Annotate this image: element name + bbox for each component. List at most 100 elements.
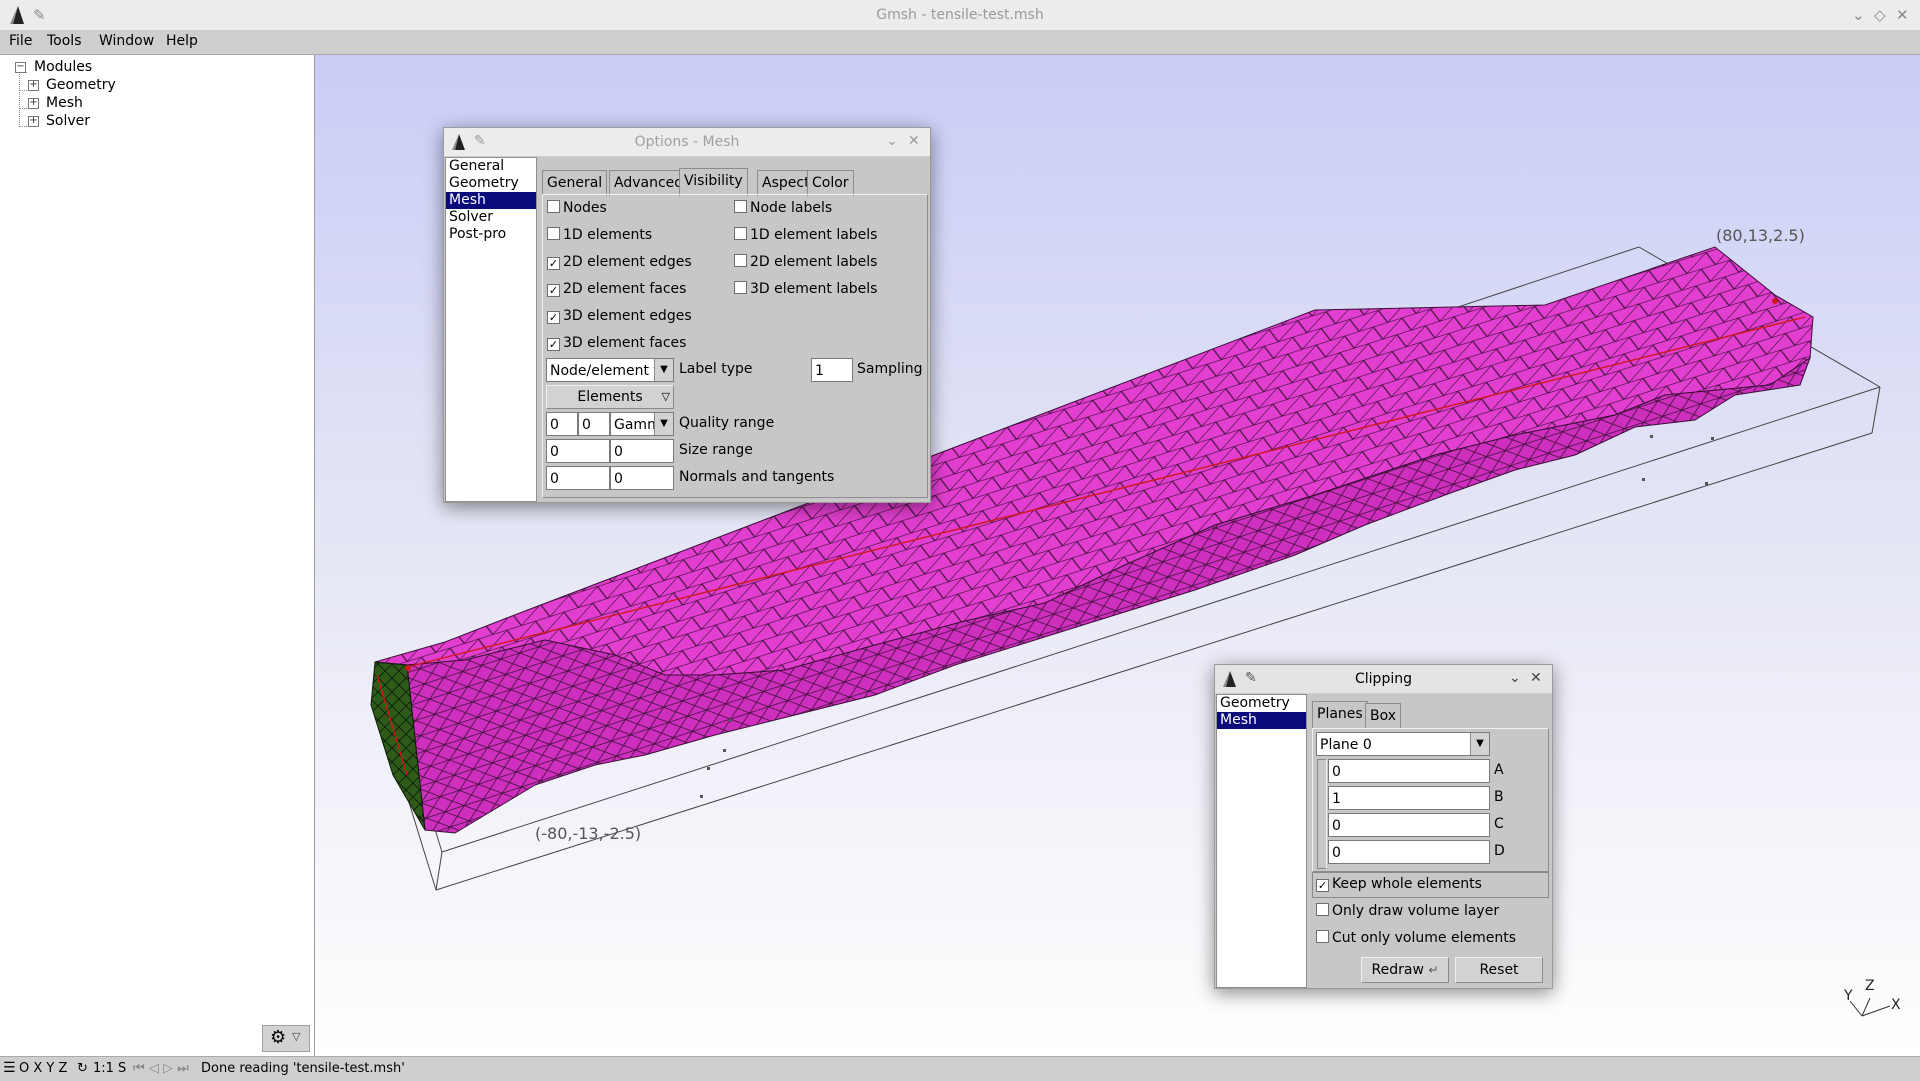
checkmark-icon[interactable]: ✓ (547, 311, 560, 324)
elements-button[interactable]: Elements ▽ (546, 385, 674, 409)
checkmark-icon[interactable]: ✓ (547, 284, 560, 297)
check-1d-elements[interactable]: 1D elements (547, 225, 652, 245)
expand-icon[interactable]: + (28, 80, 39, 91)
tree-item-geometry[interactable]: Geometry (46, 77, 116, 95)
minimize-icon[interactable]: ⌄ (1509, 670, 1521, 686)
quality-measure-select[interactable]: Gamm ▼ (610, 412, 674, 436)
checkmark-icon[interactable]: ✓ (547, 257, 560, 270)
minimize-icon[interactable]: ⌄ (1852, 6, 1865, 24)
checkmark-icon[interactable]: ✓ (1316, 879, 1329, 892)
quality-min-input[interactable]: 0 (546, 412, 578, 436)
tree-item-solver[interactable]: Solver (46, 113, 90, 131)
tab-advanced[interactable]: Advanced (609, 170, 689, 196)
check-2d-element-labels[interactable]: 2D element labels (734, 252, 877, 272)
collapse-icon[interactable]: − (15, 62, 26, 73)
check-2d-element-faces[interactable]: ✓ 2D element faces (547, 279, 686, 299)
check-1d-element-labels[interactable]: 1D element labels (734, 225, 877, 245)
gear-icon: ⚙ (270, 1027, 287, 1048)
tab-aspect[interactable]: Aspect (757, 170, 815, 196)
axes-icon (1849, 997, 1891, 1017)
minimize-icon[interactable]: ⌄ (886, 133, 898, 149)
menu-lines-icon[interactable]: ☰ (3, 1060, 16, 1076)
size-max-input[interactable]: 0 (610, 439, 674, 463)
checkbox-icon[interactable] (547, 200, 560, 213)
size-range-label: Size range (679, 442, 753, 458)
playback-controls-icon[interactable]: ⏮ ◁ ▷ ⏭ (133, 1061, 189, 1076)
category-solver[interactable]: Solver (446, 209, 536, 226)
tree-item-mesh[interactable]: Mesh (46, 95, 83, 113)
checkbox-icon[interactable] (734, 254, 747, 267)
close-icon[interactable]: ✕ (1896, 6, 1909, 24)
coeff-b-label: B (1494, 789, 1504, 805)
sampling-input[interactable]: 1 (811, 358, 853, 382)
tab-visibility[interactable]: Visibility (679, 168, 748, 196)
dropdown-arrow-icon[interactable]: ▼ (654, 359, 673, 381)
axes-buttons[interactable]: O X Y Z (19, 1061, 67, 1076)
corner-min-label: (-80,-13,-2.5) (535, 824, 641, 843)
tree-item-modules[interactable]: Modules (34, 59, 92, 77)
category-general[interactable]: General (446, 158, 536, 175)
tab-planes[interactable]: Planes (1312, 701, 1368, 729)
menu-help[interactable]: Help (166, 33, 198, 49)
checkbox-icon[interactable] (1316, 903, 1329, 916)
check-node-labels[interactable]: Node labels (734, 198, 832, 218)
checkbox-icon[interactable] (734, 227, 747, 240)
check-3d-element-faces[interactable]: ✓ 3D element faces (547, 333, 686, 353)
checkbox-icon[interactable] (734, 281, 747, 294)
close-icon[interactable]: ✕ (908, 133, 920, 149)
coeff-a-input[interactable]: 0 (1328, 759, 1490, 783)
tab-box[interactable]: Box (1365, 703, 1402, 729)
size-min-input[interactable]: 0 (546, 439, 610, 463)
redraw-button[interactable]: Redraw ↵ (1361, 957, 1449, 983)
checkmark-icon[interactable]: ✓ (547, 338, 560, 351)
maximize-icon[interactable]: ◇ (1874, 6, 1886, 24)
clipping-category-list: Geometry Mesh (1216, 694, 1307, 988)
category-geometry[interactable]: Geometry (1217, 695, 1306, 712)
plane-slider[interactable] (1317, 759, 1327, 869)
category-geometry[interactable]: Geometry (446, 175, 536, 192)
check-cut-only-volume-elements[interactable]: Cut only volume elements (1316, 928, 1516, 948)
return-icon: ↵ (1428, 963, 1439, 977)
settings-button[interactable]: ⚙ ▽ (262, 1025, 310, 1052)
check-3d-element-labels[interactable]: 3D element labels (734, 279, 877, 299)
checkbox-icon[interactable] (734, 200, 747, 213)
rotate-icon[interactable]: ↻ (77, 1061, 88, 1076)
check-3d-element-edges[interactable]: ✓ 3D element edges (547, 306, 692, 326)
check-nodes[interactable]: Nodes (547, 198, 607, 218)
checkbox-icon[interactable] (547, 227, 560, 240)
tangents-input[interactable]: 0 (610, 466, 674, 490)
menu-file[interactable]: File (9, 33, 32, 49)
category-mesh[interactable]: Mesh (446, 192, 536, 209)
menu-window[interactable]: Window (99, 33, 154, 49)
category-mesh[interactable]: Mesh (1217, 712, 1306, 729)
label-type-select[interactable]: Node/element ta ▼ (546, 358, 674, 382)
coeff-d-label: D (1494, 843, 1505, 859)
normals-input[interactable]: 0 (546, 466, 610, 490)
close-icon[interactable]: ✕ (1530, 670, 1542, 686)
quality-max-input[interactable]: 0 (578, 412, 610, 436)
coeff-b-input[interactable]: 1 (1328, 786, 1490, 810)
plane-select[interactable]: Plane 0 ▼ (1316, 732, 1490, 756)
check-only-draw-volume-layer[interactable]: Only draw volume layer (1316, 901, 1499, 921)
expand-icon[interactable]: + (28, 98, 39, 109)
clipping-dialog: ✎ Clipping ⌄ ✕ Geometry Mesh Planes Box … (1214, 664, 1553, 989)
tab-color[interactable]: Color (807, 170, 854, 196)
checkbox-icon[interactable] (1316, 930, 1329, 943)
clipping-dialog-titlebar: ✎ Clipping ⌄ ✕ (1215, 665, 1552, 694)
normals-tangents-label: Normals and tangents (679, 469, 835, 485)
dropdown-arrow-icon[interactable]: ▼ (1470, 733, 1489, 755)
tab-general[interactable]: General (542, 170, 608, 196)
coeff-a-label: A (1494, 762, 1504, 778)
scale-button[interactable]: 1:1 S (93, 1061, 126, 1076)
dropdown-arrow-icon[interactable]: ▼ (654, 413, 673, 435)
coeff-c-input[interactable]: 0 (1328, 813, 1490, 837)
menu-tools[interactable]: Tools (47, 33, 82, 49)
check-keep-whole-elements[interactable]: ✓ Keep whole elements (1316, 874, 1482, 894)
coeff-d-input[interactable]: 0 (1328, 840, 1490, 864)
options-dialog-title: Options - Mesh (634, 134, 740, 150)
category-post-pro[interactable]: Post-pro (446, 226, 536, 243)
check-2d-element-edges[interactable]: ✓ 2D element edges (547, 252, 692, 272)
expand-icon[interactable]: + (28, 116, 39, 127)
options-dialog-titlebar: ✎ Options - Mesh ⌄ ✕ (444, 128, 930, 157)
reset-button[interactable]: Reset (1455, 957, 1543, 983)
